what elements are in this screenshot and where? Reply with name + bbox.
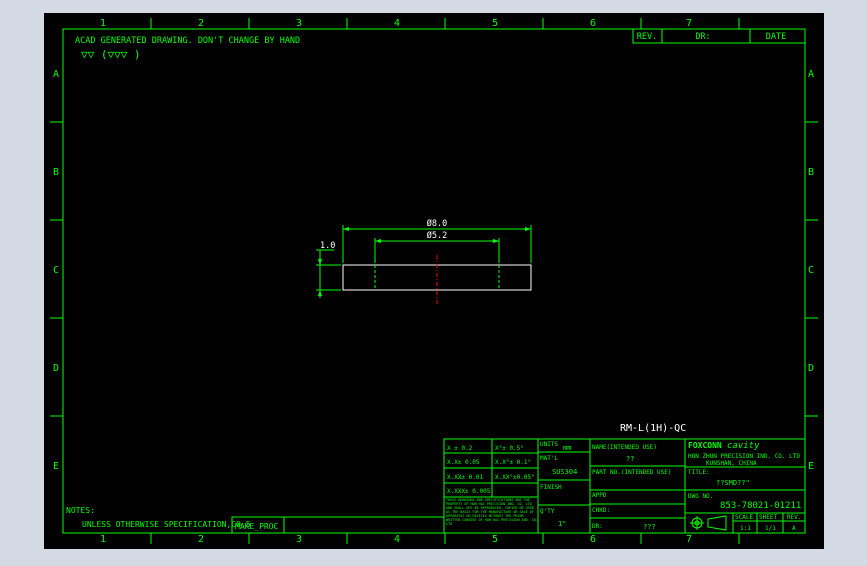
col-label-top: 4	[394, 18, 400, 29]
dim-inner-text: Ø5.2	[427, 230, 447, 241]
col-label-bottom: 2	[198, 534, 204, 545]
angle-tol-xxx: X.XX°±0.05°	[495, 474, 535, 481]
col-label-bottom: 3	[296, 534, 302, 545]
col-label-bottom: 7	[686, 534, 692, 545]
dwg-no-value: 853-78021-01211	[720, 501, 801, 511]
units-label: UNITS	[540, 441, 558, 448]
units-value: mm	[563, 444, 571, 452]
name-value: ??	[626, 455, 634, 463]
tol-xxxx: X.XXX± 0.005	[447, 488, 491, 495]
col-label-bottom: 4	[394, 534, 400, 545]
matl-label: MAT'L	[540, 455, 558, 462]
row-label-right: B	[808, 167, 814, 178]
finish-label: FINISH	[540, 484, 562, 491]
col-label-bottom: 1	[100, 534, 106, 545]
qty-label: Q'TY	[540, 508, 555, 515]
surface-finish-symbols: ▽▽ (▽▽▽ )	[81, 48, 141, 61]
col-label-top: 5	[492, 18, 498, 29]
tol-xxx: X.XX± 0.01	[447, 474, 484, 481]
dr-label: DR:	[592, 523, 603, 530]
company-location: KUNSHAN, CHINA	[706, 460, 757, 467]
col-label-top: 7	[686, 18, 692, 29]
confidentiality-note: THESE DRAWINGS AND SPECIFICATIONS ARE TH…	[446, 498, 538, 526]
dr-value: ???	[643, 523, 656, 531]
notes-text: UNLESS OTHERWISE SPECIFICATION,C0.5	[82, 520, 251, 529]
dwg-no-label: DWG NO.	[688, 493, 713, 500]
row-label-left: D	[53, 363, 59, 374]
company-name: HON ZHUN PRECISION IND. CO. LTD	[688, 453, 800, 460]
col-label-top: 2	[198, 18, 204, 29]
title-value: ??SMD??"	[716, 479, 750, 487]
scale-label: SCALE	[735, 514, 753, 521]
row-label-right: D	[808, 363, 814, 374]
col-label-top: 6	[590, 18, 596, 29]
col-label-bottom: 6	[590, 534, 596, 545]
sheet-label: SHEET	[759, 514, 777, 521]
chkd-label: CHKD:	[592, 507, 610, 514]
row-label-right: C	[808, 265, 814, 276]
col-label-top: 1	[100, 18, 106, 29]
rev-label-tb: REV.	[787, 514, 801, 521]
sheet-value: 1/1	[765, 525, 776, 532]
appd-label: APPD	[592, 492, 607, 499]
scale-value: 1:1	[740, 525, 751, 532]
date-label: DATE	[766, 32, 786, 42]
make-proc-label: MAKE_PROC	[235, 522, 279, 531]
angle-tol-x: X°± 0.5°	[495, 445, 524, 452]
matl-value: SUS304	[552, 468, 577, 476]
row-label-left: E	[53, 461, 59, 472]
tol-xx: X.X± 0.05	[447, 459, 480, 466]
confidentiality-box: THESE DRAWINGS AND SPECIFICATIONS ARE TH…	[446, 498, 538, 526]
drawing-viewport[interactable]: 1 2 3 4 5 6 7 1 2 3 4 5 6 7 A B C D E A …	[0, 0, 867, 562]
title-label: TITLE:	[688, 469, 710, 476]
part-no-label: PART NO.(INTENDED USE)	[592, 469, 671, 476]
dim-outer-text: Ø8.0	[427, 218, 447, 229]
tol-x: X ± 0.2	[447, 445, 473, 452]
row-label-right: A	[808, 69, 814, 80]
row-label-left: B	[53, 167, 59, 178]
company-logo: FOXCONN	[688, 441, 722, 450]
row-label-left: A	[53, 69, 59, 80]
col-label-top: 3	[296, 18, 302, 29]
company-logo-suffix: cavity	[727, 441, 760, 451]
header-note: ACAD GENERATED DRAWING. DON'T CHANGE BY …	[75, 36, 300, 46]
rev-label: REV.	[637, 32, 657, 42]
dr-label: DR:	[695, 32, 710, 42]
notes-label: NOTES:	[66, 506, 95, 515]
name-label: NAME(INTENDED USE)	[592, 444, 657, 451]
angle-tol-xx: X.X°± 0.1°	[495, 459, 531, 466]
row-label-left: C	[53, 265, 59, 276]
row-label-right: E	[808, 461, 814, 472]
rev-value: A	[792, 525, 796, 532]
dim-thickness-text: 1.0	[320, 241, 335, 251]
qty-value: 1"	[558, 520, 566, 528]
col-label-bottom: 5	[492, 534, 498, 545]
part-number-label: RM-L(1H)-QC	[620, 423, 686, 434]
